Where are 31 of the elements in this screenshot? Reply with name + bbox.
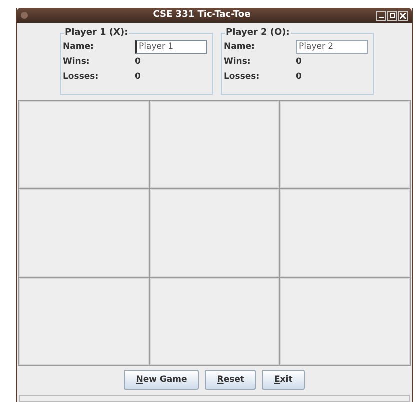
board-cell[interactable] xyxy=(150,278,280,365)
board-cell[interactable] xyxy=(280,189,410,277)
panel-title: Player 1 (X): xyxy=(64,27,130,39)
losses-count: 0 xyxy=(135,71,142,84)
name-field[interactable]: Player 2 xyxy=(296,40,368,54)
window-menu-icon[interactable] xyxy=(21,12,28,19)
losses-count: 0 xyxy=(296,71,303,84)
field-label: Name: xyxy=(224,40,256,54)
action-button[interactable]: Reset xyxy=(205,370,256,390)
action-button[interactable]: New Game xyxy=(124,370,200,390)
board-cell[interactable] xyxy=(19,101,149,188)
wins-count: 0 xyxy=(296,56,303,69)
action-button[interactable]: Exit xyxy=(262,370,305,390)
board-cell[interactable] xyxy=(280,278,410,365)
close-button[interactable] xyxy=(398,10,408,20)
board-cell[interactable] xyxy=(19,278,149,365)
wins-count: 0 xyxy=(135,56,142,69)
name-field[interactable]: Player 1 xyxy=(135,40,207,54)
field-label: Name: xyxy=(63,40,95,54)
window-title: CSE 331 Tic-Tac-Toe xyxy=(152,11,252,20)
field-label: Losses: xyxy=(224,71,261,84)
board-cell[interactable] xyxy=(150,101,280,188)
field-label: Wins: xyxy=(63,56,91,69)
board-cell[interactable] xyxy=(280,101,410,188)
field-label: Losses: xyxy=(63,71,100,84)
field-label: Wins: xyxy=(224,56,252,69)
board-cell[interactable] xyxy=(150,189,280,277)
minimize-button[interactable] xyxy=(376,10,386,20)
maximize-button[interactable] xyxy=(387,10,397,20)
board-cell[interactable] xyxy=(19,189,149,277)
panel-title: Player 2 (O): xyxy=(225,27,291,39)
